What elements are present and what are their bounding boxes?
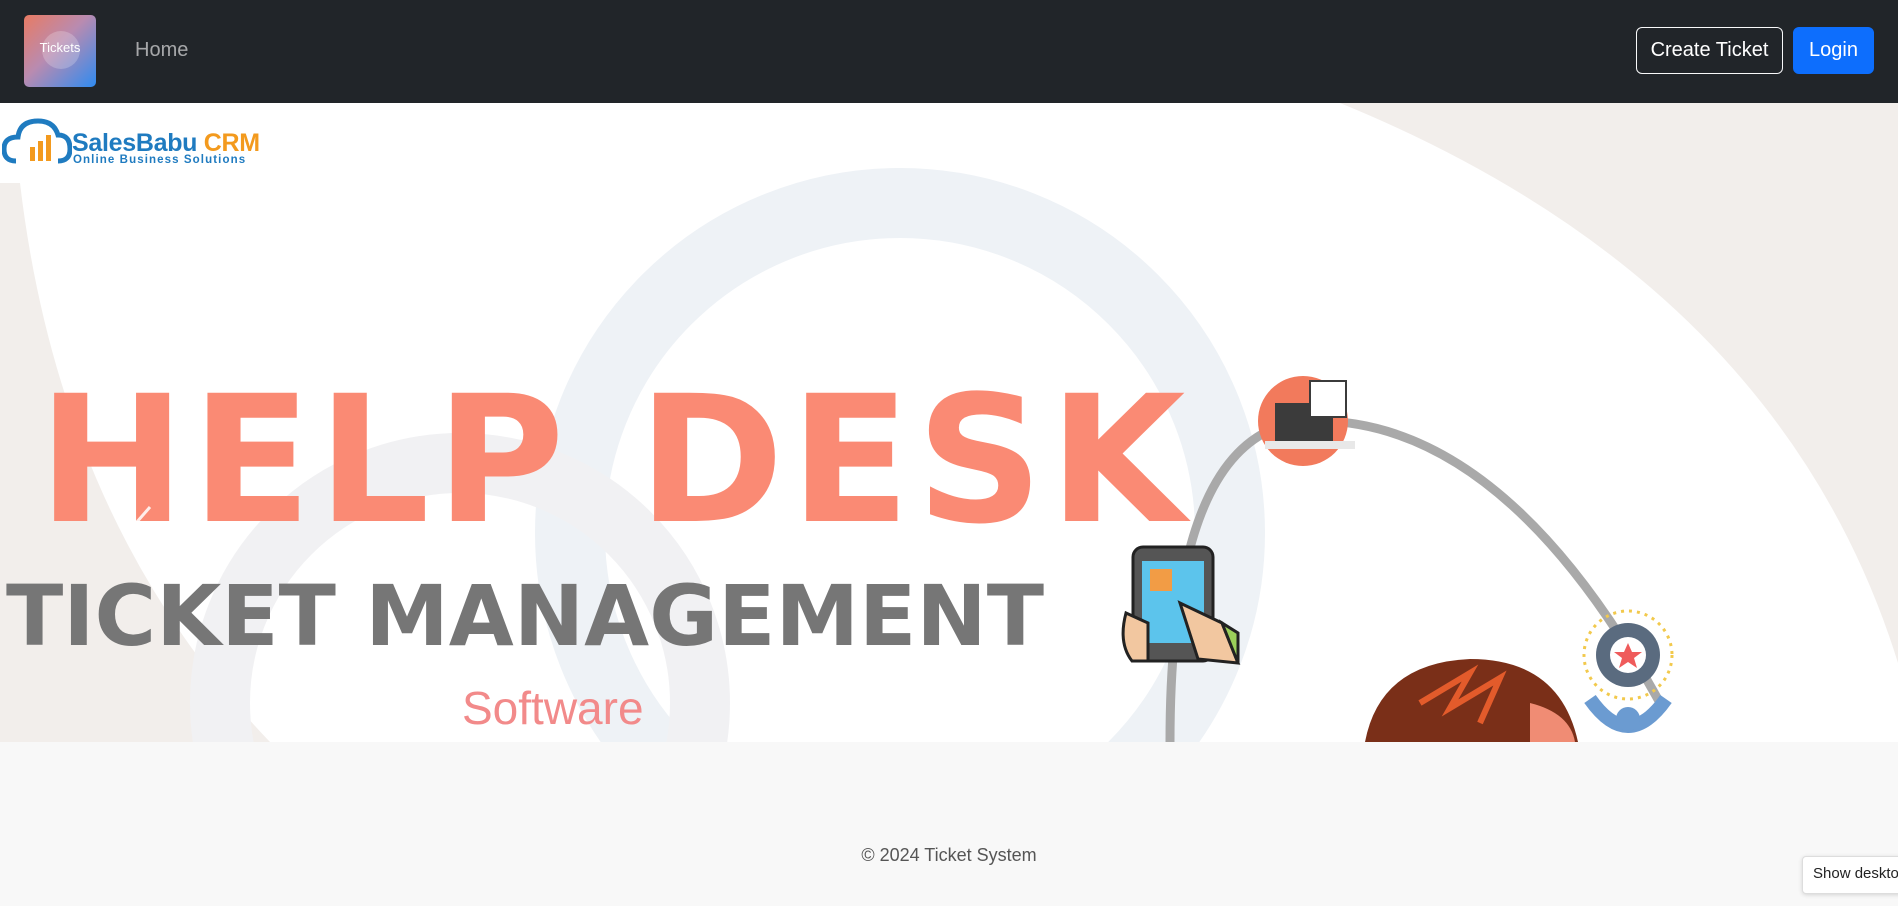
show-desktop-button[interactable]: Show desktop: [1802, 856, 1898, 894]
brand-label: Tickets: [39, 40, 81, 55]
footer-copyright: © 2024 Ticket System: [861, 845, 1037, 865]
hero-caption: Software: [462, 682, 644, 734]
carousel-prev-button[interactable]: [128, 503, 158, 543]
create-ticket-button[interactable]: Create Ticket: [1636, 27, 1783, 74]
top-navbar: Tickets Home Create Ticket Login: [0, 0, 1898, 103]
chevron-left-icon: [134, 506, 152, 540]
nav-link-home[interactable]: Home: [135, 39, 188, 62]
hero-carousel: SalesBabu CRM Online Business Solutions …: [0, 103, 1898, 742]
brand-logo[interactable]: Tickets: [24, 15, 96, 87]
salesbabu-logo: SalesBabu CRM Online Business Solutions: [0, 103, 260, 183]
cloud-logo-icon: [2, 118, 72, 164]
login-button[interactable]: Login: [1793, 27, 1874, 74]
hero-headline: HELP DESK: [38, 358, 1192, 563]
logo-tagline: Online Business Solutions: [73, 154, 247, 166]
carousel-next-button[interactable]: [1742, 503, 1772, 543]
chevron-right-icon: [1748, 506, 1766, 540]
hero-subheadline: TICKET MANAGEMENT: [6, 567, 1045, 665]
